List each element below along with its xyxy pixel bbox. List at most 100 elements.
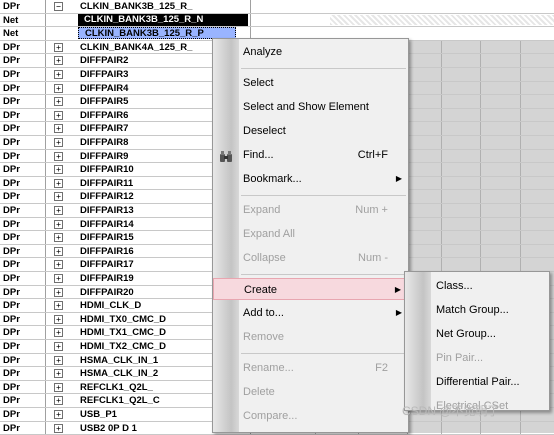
menu-item-label: Delete — [243, 386, 275, 398]
row-type-cell: DPr — [0, 408, 46, 421]
row-type-cell: DPr — [0, 231, 46, 244]
menu-item-expand[interactable]: Expand Num + — [213, 199, 408, 221]
menu-item-rename[interactable]: Rename... F2 — [213, 357, 408, 379]
grid-column-divider — [520, 95, 521, 108]
expand-icon[interactable]: + — [54, 70, 63, 79]
expand-icon[interactable]: + — [54, 314, 63, 324]
menu-item-label: Collapse — [243, 252, 286, 264]
menu-item-select[interactable]: Select — [213, 72, 408, 94]
menu-item-label: Find... — [243, 149, 274, 161]
row-type-cell: DPr — [0, 190, 46, 203]
menu-item-remove[interactable]: Remove — [213, 326, 408, 348]
menu-item-find[interactable]: Find... Ctrl+F — [213, 144, 408, 166]
grid-column-divider — [480, 54, 481, 67]
row-name-label: HSMA_CLK_IN_2 — [80, 368, 159, 380]
expand-icon[interactable]: + — [54, 260, 63, 270]
row-name-label: DIFFPAIR13 — [80, 205, 134, 216]
expand-icon[interactable]: + — [54, 423, 63, 433]
menu-separator — [241, 195, 406, 196]
grid-column-divider — [441, 204, 442, 217]
menu-item-shortcut: Num - — [358, 252, 388, 264]
grid-column-divider — [480, 244, 481, 258]
expand-icon[interactable]: + — [54, 206, 63, 215]
expand-icon[interactable]: + — [54, 233, 63, 243]
table-row[interactable]: DPr − CLKIN_BANK3B_125_R_ — [0, 0, 554, 14]
submenu-item-net-group[interactable]: Net Group... — [405, 323, 549, 345]
row-name-label: DIFFPAIR8 — [80, 137, 129, 148]
menu-item-create[interactable]: Create ▶ — [213, 278, 408, 300]
grid-column-divider — [480, 136, 481, 149]
context-menu: Analyze Select Select and Show Element Dese… — [212, 38, 409, 433]
row-name-label: REFCLK1_Q2L_ — [80, 381, 153, 393]
menu-item-delete[interactable]: Delete — [213, 381, 408, 403]
grid-column-divider — [520, 149, 521, 163]
expand-icon[interactable]: + — [54, 301, 63, 311]
expand-icon[interactable]: + — [54, 192, 63, 202]
menu-item-deselect[interactable]: Deselect — [213, 120, 408, 142]
expand-icon[interactable]: + — [54, 246, 63, 256]
row-type-cell: DPr — [0, 244, 46, 258]
grid-column-divider — [480, 149, 481, 163]
menu-item-select-and-show-element[interactable]: Select and Show Element — [213, 96, 408, 118]
menu-item-analyze[interactable]: Analyze — [213, 41, 408, 63]
menu-separator — [241, 68, 406, 69]
collapse-icon[interactable]: − — [54, 2, 63, 11]
expand-icon[interactable]: + — [54, 369, 63, 379]
row-name-label: DIFFPAIR6 — [80, 109, 129, 121]
expand-icon[interactable]: + — [54, 355, 63, 365]
submenu-item-match-group[interactable]: Match Group... — [405, 299, 549, 321]
row-name-label: DIFFPAIR12 — [80, 191, 134, 203]
row-name-cell[interactable]: − CLKIN_BANK3B_125_R_ — [46, 0, 251, 13]
row-name-label: HDMI_TX0_CMC_D — [80, 313, 167, 325]
grid-column-divider — [520, 68, 521, 81]
menu-item-bookmark[interactable]: Bookmark... ▶ — [213, 168, 408, 190]
expand-icon[interactable]: + — [54, 382, 63, 392]
grid-column-divider — [480, 95, 481, 108]
expand-icon[interactable]: + — [54, 56, 63, 66]
menu-item-label: Rename... — [243, 362, 294, 374]
grid-column-divider — [520, 176, 521, 190]
menu-item-expand-all[interactable]: Expand All — [213, 223, 408, 245]
expand-icon[interactable]: + — [54, 410, 63, 419]
menu-item-collapse[interactable]: Collapse Num - — [213, 247, 408, 269]
grid-column-divider — [480, 204, 481, 217]
grid-column-divider — [520, 190, 521, 203]
submenu-arrow-icon: ▶ — [395, 308, 402, 317]
menu-item-add-to[interactable]: Add to... ▶ — [213, 302, 408, 324]
submenu-item-label: Class... — [436, 280, 473, 292]
expand-icon[interactable]: + — [54, 165, 63, 175]
menu-item-label: Add to... — [243, 307, 284, 319]
submenu-item-differential-pair[interactable]: Differential Pair... — [405, 371, 549, 393]
row-name-label: DIFFPAIR10 — [80, 164, 134, 176]
submenu-item-pin-pair[interactable]: Pin Pair... — [405, 347, 549, 369]
row-type-cell: DPr — [0, 299, 46, 312]
grid-column-divider — [520, 163, 521, 176]
row-type-cell: DPr — [0, 204, 46, 217]
grid-column-divider — [441, 231, 442, 244]
grid-column-divider — [520, 231, 521, 244]
expand-icon[interactable]: + — [54, 342, 63, 351]
expand-icon[interactable]: + — [54, 83, 63, 93]
submenu-item-class[interactable]: Class... — [405, 275, 549, 297]
expand-icon[interactable]: + — [54, 124, 63, 134]
menu-item-compare[interactable]: Compare... — [213, 405, 408, 427]
expand-icon[interactable]: + — [54, 396, 63, 406]
expand-icon[interactable]: + — [54, 110, 63, 120]
submenu-item-label: Match Group... — [436, 304, 509, 316]
menu-item-label: Deselect — [243, 125, 286, 137]
row-type-cell: DPr — [0, 149, 46, 163]
expand-icon[interactable]: + — [54, 42, 63, 52]
expand-icon[interactable]: + — [54, 287, 63, 297]
grid-column-divider — [480, 163, 481, 176]
menu-item-label: Compare... — [243, 410, 298, 422]
expand-icon[interactable]: + — [54, 274, 63, 283]
table-row[interactable]: Net CLKIN_BANK3B_125_R_N — [0, 13, 554, 28]
expand-icon[interactable]: + — [54, 97, 63, 107]
expand-icon[interactable]: + — [54, 138, 63, 147]
hatched-cell — [330, 14, 554, 26]
expand-icon[interactable]: + — [54, 151, 63, 161]
expand-icon[interactable]: + — [54, 219, 63, 229]
expand-icon[interactable]: + — [54, 328, 63, 338]
expand-icon[interactable]: + — [54, 178, 63, 188]
row-name-cell[interactable]: CLKIN_BANK3B_125_R_N — [46, 13, 251, 27]
